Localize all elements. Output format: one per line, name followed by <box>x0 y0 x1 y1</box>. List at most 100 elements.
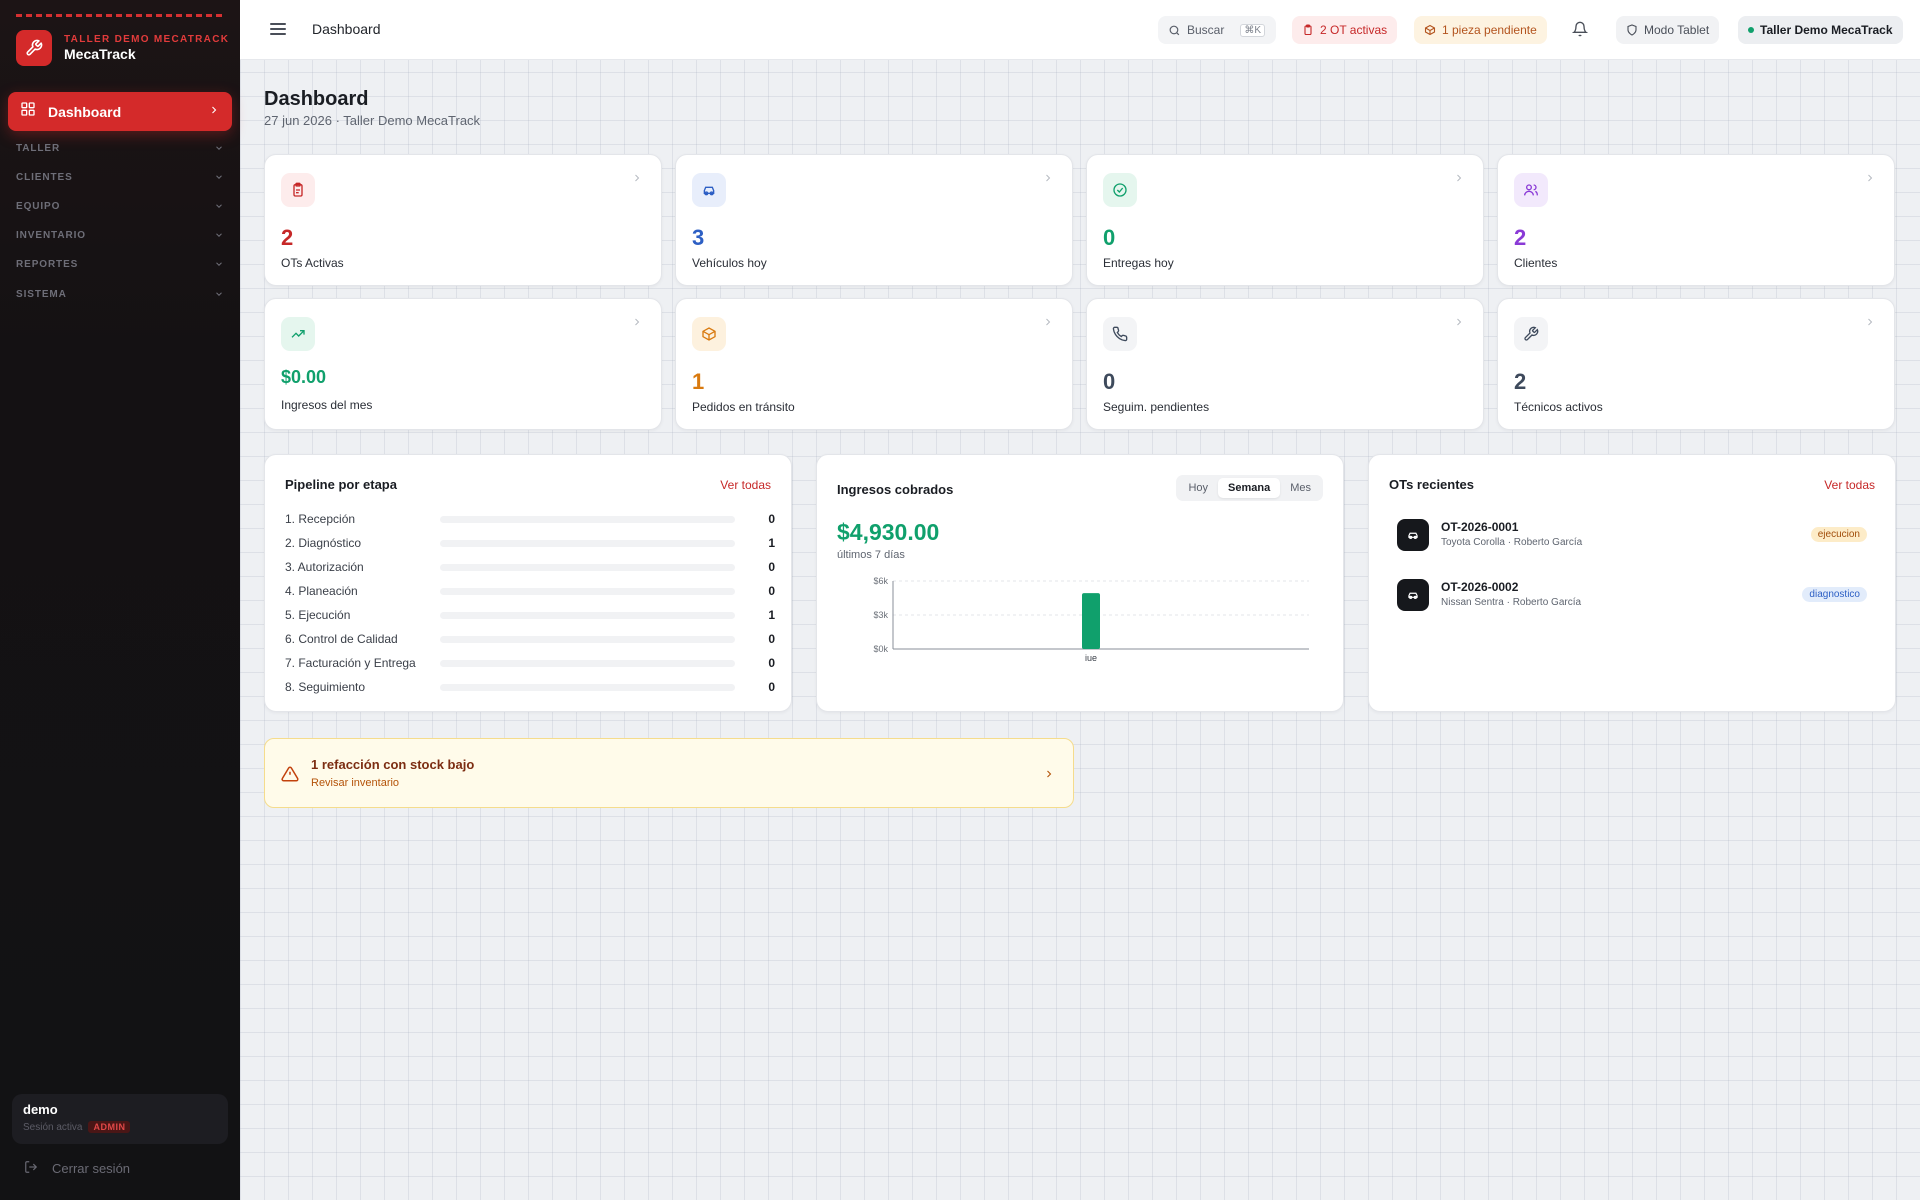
stat-label: Entregas hoy <box>1103 256 1174 270</box>
dashboard-grid-icon <box>20 101 36 122</box>
pipeline-view-all-link[interactable]: Ver todas <box>720 478 771 492</box>
search-icon <box>1169 25 1180 35</box>
hazard-stripe <box>16 14 224 17</box>
pipeline-stage-name: 8. Seguimiento <box>285 680 366 694</box>
list-item[interactable]: OT-2026-0001 Toyota Corolla · Roberto Ga… <box>1397 517 1867 553</box>
search-button[interactable]: Buscar ⌘K <box>1158 16 1276 44</box>
package-icon <box>1424 24 1436 36</box>
shop-label: Taller Demo MecaTrack <box>1760 23 1893 37</box>
active-ot-pill[interactable]: 2 OT activas <box>1292 16 1398 44</box>
clipboard-icon <box>281 173 315 207</box>
shield-icon <box>1627 24 1637 36</box>
logout-button[interactable]: Cerrar sesión <box>24 1160 130 1177</box>
stat-value: 3 <box>692 225 705 250</box>
y-tick-label: $3k <box>873 610 888 620</box>
chevron-right-icon <box>1453 315 1465 333</box>
stat-card-entregas-hoy[interactable]: 0 Entregas hoy <box>1086 154 1484 286</box>
sidebar-item-dashboard[interactable]: Dashboard <box>8 92 232 131</box>
status-badge: diagnostico <box>1802 587 1867 602</box>
user-card: demo Sesión activa ADMIN <box>12 1094 228 1144</box>
phone-icon <box>1103 317 1137 351</box>
sidebar-group-label: REPORTES <box>16 258 79 270</box>
pipeline-stage-count: 0 <box>768 680 775 694</box>
tablet-mode-button[interactable]: Modo Tablet <box>1616 16 1720 44</box>
stat-label: Pedidos en tránsito <box>692 400 795 414</box>
search-label: Buscar <box>1187 23 1225 37</box>
stat-label: Técnicos activos <box>1514 400 1603 414</box>
stat-label: Seguim. pendientes <box>1103 400 1210 414</box>
period-toggle: Hoy Semana Mes <box>1176 475 1323 501</box>
stat-card-ots-activas[interactable]: 2 OTs Activas <box>264 154 662 286</box>
stat-card-seguimientos[interactable]: 0 Seguim. pendientes <box>1086 298 1484 430</box>
pipeline-row: 7. Facturación y Entrega 0 <box>285 655 775 671</box>
brand-subtitle: TALLER DEMO MECATRACK <box>64 34 230 45</box>
pipeline-track <box>440 659 735 667</box>
stat-label: Clientes <box>1514 256 1558 270</box>
ot-code: OT-2026-0002 <box>1441 580 1519 594</box>
chevron-down-icon <box>216 175 222 179</box>
y-tick-label: $0k <box>873 644 888 654</box>
stat-value: 0 <box>1103 225 1116 250</box>
menu-icon[interactable] <box>270 21 286 37</box>
pending-piece-label: 1 pieza pendiente <box>1442 23 1537 37</box>
tab-hoy[interactable]: Hoy <box>1178 478 1218 498</box>
stat-card-pedidos-transito[interactable]: 1 Pedidos en tránsito <box>675 298 1073 430</box>
stat-value: 2 <box>1514 225 1527 250</box>
breadcrumb: Dashboard <box>312 21 381 37</box>
topbar: Dashboard Buscar ⌘K 2 OT activas 1 pieza… <box>240 0 1920 60</box>
users-icon <box>1514 173 1548 207</box>
sidebar-group-label: EQUIPO <box>16 200 61 212</box>
pipeline-row: 8. Seguimiento 0 <box>285 679 775 695</box>
sidebar-group-inventario[interactable]: INVENTARIO <box>16 226 224 244</box>
sidebar-group-sistema[interactable]: SISTEMA <box>16 285 224 303</box>
x-tick-label: jue <box>1084 653 1097 661</box>
online-dot <box>1748 27 1754 33</box>
pipeline-panel: Pipeline por etapa Ver todas 1. Recepció… <box>264 454 792 712</box>
car-icon <box>692 173 726 207</box>
list-item[interactable]: OT-2026-0002 Nissan Sentra · Roberto Gar… <box>1397 577 1867 613</box>
pipeline-track <box>440 563 735 571</box>
stat-value: $0.00 <box>281 367 327 387</box>
pipeline-stage-count: 0 <box>768 512 775 526</box>
sidebar-group-label: INVENTARIO <box>16 229 86 241</box>
sidebar-group-reportes[interactable]: REPORTES <box>16 255 224 273</box>
trending-up-icon <box>281 317 315 351</box>
chevron-right-icon <box>1864 315 1876 333</box>
stat-card-clientes[interactable]: 2 Clientes <box>1497 154 1895 286</box>
brand[interactable]: TALLER DEMO MECATRACK MecaTrack <box>16 30 229 66</box>
pending-piece-pill[interactable]: 1 pieza pendiente <box>1414 16 1547 44</box>
stat-card-ingresos-mes[interactable]: $0.00 Ingresos del mes <box>264 298 662 430</box>
pipeline-track <box>440 515 735 523</box>
chevron-right-icon <box>208 103 220 121</box>
chevron-down-icon <box>216 204 222 208</box>
alert-link[interactable]: Revisar inventario <box>311 777 399 789</box>
shop-selector[interactable]: Taller Demo MecaTrack <box>1738 16 1903 44</box>
stat-value: 2 <box>281 225 294 250</box>
chevron-right-icon <box>631 315 643 333</box>
sidebar-group-equipo[interactable]: EQUIPO <box>16 197 224 215</box>
recent-ots-panel: OTs recientes Ver todas OT-2026-0001 Toy… <box>1368 454 1896 712</box>
sidebar-group-taller[interactable]: TALLER <box>16 139 224 157</box>
pipeline-stage-count: 1 <box>768 536 775 550</box>
tablet-mode-label: Modo Tablet <box>1644 23 1710 37</box>
chevron-down-icon <box>216 262 222 266</box>
wrench-icon <box>16 30 52 66</box>
sidebar-group-clientes[interactable]: CLIENTES <box>16 168 224 186</box>
bell-icon[interactable] <box>1571 21 1589 42</box>
logout-label: Cerrar sesión <box>52 1161 131 1176</box>
pipeline-stage-name: 4. Planeación <box>285 584 358 598</box>
low-stock-alert[interactable]: 1 refacción con stock bajo Revisar inven… <box>264 738 1074 808</box>
stat-value: 0 <box>1103 369 1116 394</box>
pipeline-stage-name: 6. Control de Calidad <box>285 632 398 646</box>
recent-view-all-link[interactable]: Ver todas <box>1824 478 1875 492</box>
stat-card-vehiculos-hoy[interactable]: 3 Vehículos hoy <box>675 154 1073 286</box>
stat-card-tecnicos[interactable]: 2 Técnicos activos <box>1497 298 1895 430</box>
sidebar-group-label: CLIENTES <box>16 171 73 183</box>
tab-semana[interactable]: Semana <box>1218 478 1281 498</box>
tab-mes[interactable]: Mes <box>1280 478 1321 498</box>
chevron-right-icon <box>1864 171 1876 189</box>
pipeline-track <box>440 683 735 691</box>
page-subtitle: 27 jun 2026 · Taller Demo MecaTrack <box>264 113 481 128</box>
check-circle-icon <box>1103 173 1137 207</box>
stat-label: Ingresos del mes <box>281 398 373 412</box>
